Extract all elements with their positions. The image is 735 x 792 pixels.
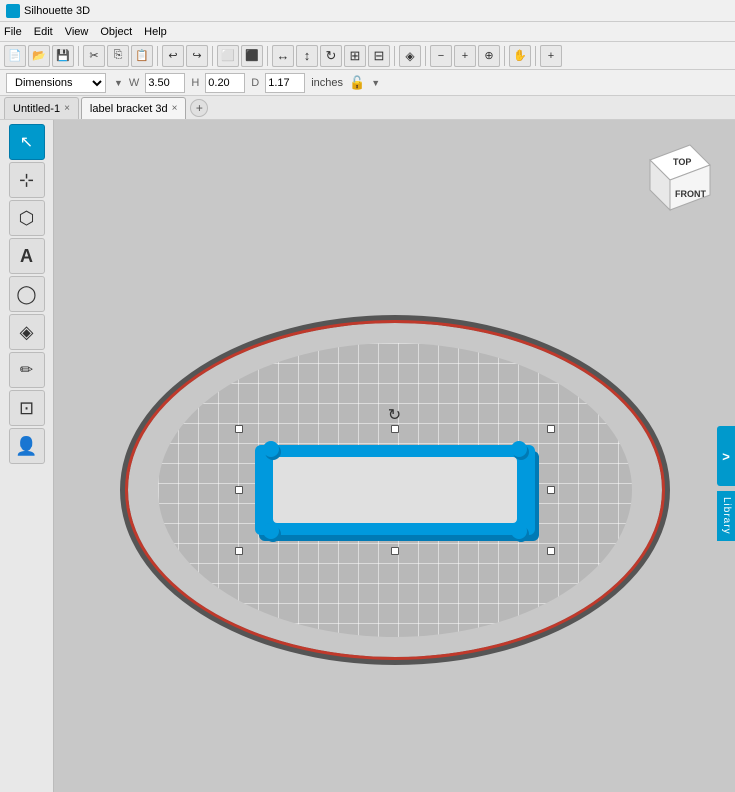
toolbar-sep-3 [212,46,213,66]
tab-untitled-label: Untitled-1 [13,103,60,115]
zoom-in-button[interactable]: + [454,45,476,67]
rotate-handle[interactable]: ↻ [388,405,401,425]
ungroup-button[interactable]: ⊟ [368,45,390,67]
mirror-h-button[interactable]: ↔ [272,45,294,67]
tool-extrude[interactable]: ◈ [9,314,45,350]
platform-ellipse: ↻ [125,320,665,660]
dims-unit: inches [311,77,343,89]
d-label: D [251,77,259,89]
library-arrow-icon: > [722,449,730,464]
menu-edit[interactable]: Edit [34,26,53,38]
new-button[interactable]: 📄 [4,45,26,67]
view-cube-svg: TOP FRONT [635,135,725,225]
handle-tm[interactable] [391,425,399,433]
toolbar-sep-4 [267,46,268,66]
bump-bl [263,523,279,539]
menu-object[interactable]: Object [100,26,132,38]
handle-br[interactable] [547,547,555,555]
cut-button[interactable]: ✂ [83,45,105,67]
paste-button[interactable]: 📋 [131,45,153,67]
dims-bar: Dimensions ▼ W H D inches 🔓 ▼ [0,70,735,96]
bracket-inner [273,457,517,523]
pan-button[interactable]: ✋ [509,45,531,67]
bump-br [511,523,527,539]
menu-view[interactable]: View [65,26,89,38]
select-all-button[interactable]: ⬛ [241,45,263,67]
app-title: Silhouette 3D [24,5,90,17]
3d-object-button[interactable]: ◈ [399,45,421,67]
w-label: W [129,77,139,89]
left-toolbar: ↖ ⊹ ⬡ A ◯ ◈ ✏ ⊡ 👤 [0,120,54,792]
handle-tr[interactable] [547,425,555,433]
handle-bl[interactable] [235,547,243,555]
platform-container: ↻ [125,320,665,660]
title-bar: Silhouette 3D [0,0,735,22]
menu-bar: File Edit View Object Help [0,22,735,42]
add-button[interactable]: + [540,45,562,67]
dims-dropdown[interactable]: Dimensions [6,73,106,93]
tab-add-button[interactable]: + [190,99,208,117]
svg-text:TOP: TOP [673,157,691,167]
tab-bar: Untitled-1 × label bracket 3d × + [0,96,735,120]
toolbar-sep-6 [425,46,426,66]
rotate-button[interactable]: ↻ [320,45,342,67]
toolbar-sep-1 [78,46,79,66]
handle-rm[interactable] [547,486,555,494]
library-label-text: Library [721,497,732,535]
canvas-area[interactable]: ↻ TOP FRONT > [54,120,735,792]
copy-button[interactable]: ⎘ [107,45,129,67]
mirror-v-button[interactable]: ↕ [296,45,318,67]
menu-help[interactable]: Help [144,26,167,38]
viewport: ↻ TOP FRONT > [54,120,735,792]
d-input[interactable] [265,73,305,93]
redo-button[interactable]: ↪ [186,45,208,67]
tab-label-bracket-label: label bracket 3d [90,103,168,115]
handle-tl[interactable] [235,425,243,433]
dims-arrow: ▼ [371,78,380,88]
handle-lm[interactable] [235,486,243,494]
toolbar: 📄 📂 💾 ✂ ⎘ 📋 ↩ ↪ ⬜ ⬛ ↔ ↕ ↻ ⊞ ⊟ ◈ − + ⊕ ✋ … [0,42,735,70]
menu-file[interactable]: File [4,26,22,38]
app-icon [6,4,20,18]
toolbar-sep-2 [157,46,158,66]
handle-bm[interactable] [391,547,399,555]
dims-dropdown-arrow: ▼ [114,78,123,88]
w-input[interactable] [145,73,185,93]
open-button[interactable]: 📂 [28,45,50,67]
main-area: ↖ ⊹ ⬡ A ◯ ◈ ✏ ⊡ 👤 [0,120,735,792]
group-button[interactable]: ⊞ [344,45,366,67]
zoom-out-button[interactable]: − [430,45,452,67]
tab-label-bracket[interactable]: label bracket 3d × [81,97,187,119]
tool-import[interactable]: ⊡ [9,390,45,426]
tool-cube[interactable]: ⬡ [9,200,45,236]
bump-tr [511,441,527,457]
undo-button[interactable]: ↩ [162,45,184,67]
library-panel-toggle[interactable]: > [717,426,735,486]
library-label[interactable]: Library [717,491,735,541]
tool-pen[interactable]: ✏ [9,352,45,388]
tool-select[interactable]: ↖ [9,124,45,160]
label-bracket-object[interactable]: ↻ [255,445,535,535]
tool-move[interactable]: ⊹ [9,162,45,198]
h-label: H [191,77,199,89]
tool-person[interactable]: 👤 [9,428,45,464]
bump-tl [263,441,279,457]
select-rect-button[interactable]: ⬜ [217,45,239,67]
svg-text:FRONT: FRONT [675,189,706,199]
toolbar-sep-7 [504,46,505,66]
bracket-outer [255,445,535,535]
tab-untitled[interactable]: Untitled-1 × [4,97,79,119]
save-button[interactable]: 💾 [52,45,74,67]
view-cube[interactable]: TOP FRONT [635,135,715,225]
h-input[interactable] [205,73,245,93]
tab-label-bracket-close[interactable]: × [172,103,178,114]
tool-text[interactable]: A [9,238,45,274]
toolbar-sep-8 [535,46,536,66]
tool-shape[interactable]: ◯ [9,276,45,312]
lock-icon[interactable]: 🔓 [349,75,365,91]
toolbar-sep-5 [394,46,395,66]
fit-button[interactable]: ⊕ [478,45,500,67]
tab-untitled-close[interactable]: × [64,103,70,114]
